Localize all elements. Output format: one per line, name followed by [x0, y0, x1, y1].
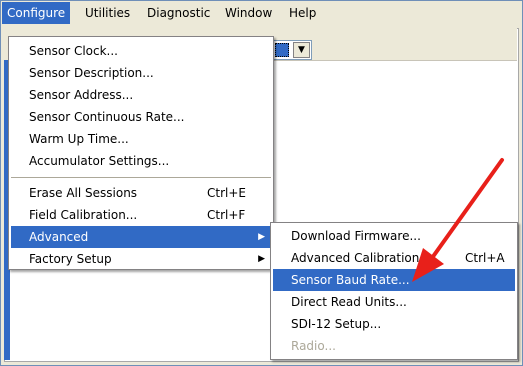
chevron-down-icon[interactable]: ▼: [293, 42, 310, 58]
menu-item-sensor-description[interactable]: Sensor Description...: [11, 62, 271, 84]
menu-item-sensor-continuous-rate[interactable]: Sensor Continuous Rate...: [11, 106, 271, 128]
menu-bar: Configure Utilities Diagnostic Window He…: [2, 2, 521, 24]
menu-item-erase-all-sessions[interactable]: Erase All Sessions Ctrl+E: [11, 182, 271, 204]
menu-utilities[interactable]: Utilities: [80, 2, 135, 24]
menu-item-download-firmware[interactable]: Download Firmware...: [273, 225, 515, 247]
submenu-arrow-icon: ▶: [258, 254, 265, 264]
menu-help[interactable]: Help: [284, 2, 321, 24]
menu-item-direct-read-units[interactable]: Direct Read Units...: [273, 291, 515, 313]
shortcut-ctrl-a: Ctrl+A: [465, 251, 505, 265]
menu-item-advanced[interactable]: Advanced ▶: [11, 226, 271, 248]
shortcut-ctrl-f: Ctrl+F: [207, 208, 246, 222]
menu-item-field-calibration[interactable]: Field Calibration... Ctrl+F: [11, 204, 271, 226]
sensor-combo[interactable]: ▼: [272, 40, 312, 60]
menu-item-sensor-address[interactable]: Sensor Address...: [11, 84, 271, 106]
menu-item-accumulator-settings[interactable]: Accumulator Settings...: [11, 150, 271, 172]
menu-configure[interactable]: Configure: [2, 2, 71, 24]
menu-item-sdi12-setup[interactable]: SDI-12 Setup...: [273, 313, 515, 335]
submenu-arrow-icon: ▶: [258, 232, 265, 242]
menu-item-sensor-baud-rate[interactable]: Sensor Baud Rate...: [273, 269, 515, 291]
menu-separator: [11, 177, 271, 178]
menu-window[interactable]: Window: [220, 2, 277, 24]
shortcut-ctrl-e: Ctrl+E: [207, 186, 246, 200]
menu-item-warm-up-time[interactable]: Warm Up Time...: [11, 128, 271, 150]
advanced-submenu: Download Firmware... Advanced Calibratio…: [270, 222, 518, 360]
menu-item-advanced-calibration[interactable]: Advanced Calibration... Ctrl+A: [273, 247, 515, 269]
menu-item-sensor-clock[interactable]: Sensor Clock...: [11, 40, 271, 62]
configure-menu: Sensor Clock... Sensor Description... Se…: [8, 36, 274, 270]
menu-diagnostic[interactable]: Diagnostic: [142, 2, 215, 24]
menu-item-radio: Radio...: [291, 339, 336, 353]
combo-selection: [275, 43, 289, 57]
menu-item-factory-setup[interactable]: Factory Setup ▶: [11, 248, 271, 270]
